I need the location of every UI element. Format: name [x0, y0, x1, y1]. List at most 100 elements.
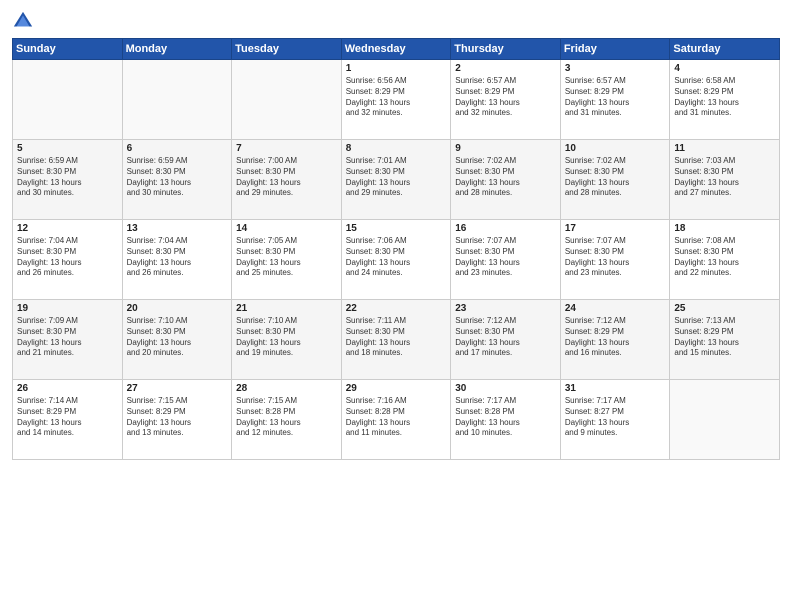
calendar-cell: 29 Sunrise: 7:16 AM Sunset: 8:28 PM Dayli…: [341, 380, 451, 460]
calendar-cell: 11Sunrise: 7:03 AM Sunset: 8:30 PM Dayli…: [670, 140, 780, 220]
calendar-cell: 30 Sunrise: 7:17 AM Sunset: 8:28 PM Dayli…: [451, 380, 561, 460]
calendar-cell: 6 Sunrise: 6:59 AM Sunset: 8:30 PM Daylig…: [122, 140, 232, 220]
calendar-cell: 3 Sunrise: 6:57 AM Sunset: 8:29 PM Daylig…: [560, 60, 670, 140]
calendar-cell: 19 Sunrise: 7:09 AM Sunset: 8:30 PM Dayli…: [13, 300, 123, 380]
day-info: Sunrise: 6:59 AM Sunset: 8:30 PM Dayligh…: [127, 156, 228, 199]
calendar-cell: [122, 60, 232, 140]
calendar-table: SundayMondayTuesdayWednesdayThursdayFrid…: [12, 38, 780, 460]
day-number: 29: [346, 383, 447, 394]
day-info: Sunrise: 7:16 AM Sunset: 8:28 PM Dayligh…: [346, 396, 447, 439]
calendar-cell: 28 Sunrise: 7:15 AM Sunset: 8:28 PM Dayli…: [232, 380, 342, 460]
day-info: Sunrise: 7:00 AM Sunset: 8:30 PM Dayligh…: [236, 156, 337, 199]
calendar-cell: 2Sunrise: 6:57 AM Sunset: 8:29 PM Daylig…: [451, 60, 561, 140]
day-number: 31: [565, 383, 666, 394]
logo-icon: [12, 10, 34, 32]
day-number: 1: [346, 63, 447, 74]
day-info: Sunrise: 6:57 AM Sunset: 8:29 PM Dayligh…: [565, 76, 666, 119]
calendar-cell: 5 Sunrise: 6:59 AM Sunset: 8:30 PM Daylig…: [13, 140, 123, 220]
calendar-cell: 13 Sunrise: 7:04 AM Sunset: 8:30 PM Dayli…: [122, 220, 232, 300]
calendar-cell: 8Sunrise: 7:01 AM Sunset: 8:30 PM Daylig…: [341, 140, 451, 220]
calendar-cell: [13, 60, 123, 140]
day-info: Sunrise: 7:17 AM Sunset: 8:27 PM Dayligh…: [565, 396, 666, 439]
day-number: 10: [565, 143, 666, 154]
day-info: Sunrise: 7:04 AM Sunset: 8:30 PM Dayligh…: [17, 236, 118, 279]
calendar-cell: 14Sunrise: 7:05 AM Sunset: 8:30 PM Dayli…: [232, 220, 342, 300]
day-info: Sunrise: 6:59 AM Sunset: 8:30 PM Dayligh…: [17, 156, 118, 199]
day-info: Sunrise: 7:05 AM Sunset: 8:30 PM Dayligh…: [236, 236, 337, 279]
calendar-cell: 17 Sunrise: 7:07 AM Sunset: 8:30 PM Dayli…: [560, 220, 670, 300]
calendar-cell: [232, 60, 342, 140]
day-info: Sunrise: 7:06 AM Sunset: 8:30 PM Dayligh…: [346, 236, 447, 279]
day-info: Sunrise: 7:09 AM Sunset: 8:30 PM Dayligh…: [17, 316, 118, 359]
day-info: Sunrise: 7:08 AM Sunset: 8:30 PM Dayligh…: [674, 236, 775, 279]
day-info: Sunrise: 7:17 AM Sunset: 8:28 PM Dayligh…: [455, 396, 556, 439]
calendar-cell: 23 Sunrise: 7:12 AM Sunset: 8:30 PM Dayli…: [451, 300, 561, 380]
calendar-header: SundayMondayTuesdayWednesdayThursdayFrid…: [13, 39, 780, 60]
day-info: Sunrise: 7:03 AM Sunset: 8:30 PM Dayligh…: [674, 156, 775, 199]
day-info: Sunrise: 7:12 AM Sunset: 8:29 PM Dayligh…: [565, 316, 666, 359]
weekday-header: Thursday: [451, 39, 561, 60]
day-number: 6: [127, 143, 228, 154]
day-info: Sunrise: 7:07 AM Sunset: 8:30 PM Dayligh…: [565, 236, 666, 279]
day-number: 22: [346, 303, 447, 314]
day-number: 9: [455, 143, 556, 154]
day-number: 4: [674, 63, 775, 74]
day-number: 5: [17, 143, 118, 154]
day-info: Sunrise: 7:04 AM Sunset: 8:30 PM Dayligh…: [127, 236, 228, 279]
day-number: 24: [565, 303, 666, 314]
day-number: 12: [17, 223, 118, 234]
calendar-cell: [670, 380, 780, 460]
logo: [12, 10, 36, 32]
day-number: 30: [455, 383, 556, 394]
day-info: Sunrise: 7:12 AM Sunset: 8:30 PM Dayligh…: [455, 316, 556, 359]
calendar-week-row: 12 Sunrise: 7:04 AM Sunset: 8:30 PM Dayli…: [13, 220, 780, 300]
day-number: 3: [565, 63, 666, 74]
calendar-cell: 1 Sunrise: 6:56 AM Sunset: 8:29 PM Daylig…: [341, 60, 451, 140]
day-info: Sunrise: 6:56 AM Sunset: 8:29 PM Dayligh…: [346, 76, 447, 119]
day-info: Sunrise: 7:01 AM Sunset: 8:30 PM Dayligh…: [346, 156, 447, 199]
weekday-header: Saturday: [670, 39, 780, 60]
day-number: 23: [455, 303, 556, 314]
day-number: 20: [127, 303, 228, 314]
day-info: Sunrise: 7:02 AM Sunset: 8:30 PM Dayligh…: [455, 156, 556, 199]
calendar-cell: 15Sunrise: 7:06 AM Sunset: 8:30 PM Dayli…: [341, 220, 451, 300]
day-number: 7: [236, 143, 337, 154]
day-number: 25: [674, 303, 775, 314]
day-number: 26: [17, 383, 118, 394]
day-info: Sunrise: 6:57 AM Sunset: 8:29 PM Dayligh…: [455, 76, 556, 119]
day-info: Sunrise: 7:10 AM Sunset: 8:30 PM Dayligh…: [127, 316, 228, 359]
day-info: Sunrise: 7:14 AM Sunset: 8:29 PM Dayligh…: [17, 396, 118, 439]
day-info: Sunrise: 7:11 AM Sunset: 8:30 PM Dayligh…: [346, 316, 447, 359]
page-header: [12, 10, 780, 32]
weekday-header: Monday: [122, 39, 232, 60]
day-number: 17: [565, 223, 666, 234]
day-number: 21: [236, 303, 337, 314]
calendar-body: 1 Sunrise: 6:56 AM Sunset: 8:29 PM Daylig…: [13, 60, 780, 460]
weekday-row: SundayMondayTuesdayWednesdayThursdayFrid…: [13, 39, 780, 60]
calendar-cell: 4Sunrise: 6:58 AM Sunset: 8:29 PM Daylig…: [670, 60, 780, 140]
day-info: Sunrise: 7:02 AM Sunset: 8:30 PM Dayligh…: [565, 156, 666, 199]
calendar-cell: 7 Sunrise: 7:00 AM Sunset: 8:30 PM Daylig…: [232, 140, 342, 220]
day-number: 16: [455, 223, 556, 234]
day-number: 13: [127, 223, 228, 234]
day-info: Sunrise: 7:13 AM Sunset: 8:29 PM Dayligh…: [674, 316, 775, 359]
calendar-cell: 25 Sunrise: 7:13 AM Sunset: 8:29 PM Dayli…: [670, 300, 780, 380]
day-number: 19: [17, 303, 118, 314]
calendar-cell: 24 Sunrise: 7:12 AM Sunset: 8:29 PM Dayli…: [560, 300, 670, 380]
calendar-cell: 22 Sunrise: 7:11 AM Sunset: 8:30 PM Dayli…: [341, 300, 451, 380]
calendar-cell: 10 Sunrise: 7:02 AM Sunset: 8:30 PM Dayli…: [560, 140, 670, 220]
calendar-cell: 21 Sunrise: 7:10 AM Sunset: 8:30 PM Dayli…: [232, 300, 342, 380]
calendar-cell: 26 Sunrise: 7:14 AM Sunset: 8:29 PM Dayli…: [13, 380, 123, 460]
calendar-cell: 16Sunrise: 7:07 AM Sunset: 8:30 PM Dayli…: [451, 220, 561, 300]
calendar-cell: 20 Sunrise: 7:10 AM Sunset: 8:30 PM Dayli…: [122, 300, 232, 380]
calendar-week-row: 5 Sunrise: 6:59 AM Sunset: 8:30 PM Daylig…: [13, 140, 780, 220]
weekday-header: Wednesday: [341, 39, 451, 60]
calendar-page: SundayMondayTuesdayWednesdayThursdayFrid…: [0, 0, 792, 612]
day-number: 28: [236, 383, 337, 394]
day-info: Sunrise: 7:10 AM Sunset: 8:30 PM Dayligh…: [236, 316, 337, 359]
calendar-week-row: 1 Sunrise: 6:56 AM Sunset: 8:29 PM Daylig…: [13, 60, 780, 140]
calendar-cell: 27Sunrise: 7:15 AM Sunset: 8:29 PM Dayli…: [122, 380, 232, 460]
day-info: Sunrise: 7:15 AM Sunset: 8:28 PM Dayligh…: [236, 396, 337, 439]
day-number: 27: [127, 383, 228, 394]
day-number: 18: [674, 223, 775, 234]
